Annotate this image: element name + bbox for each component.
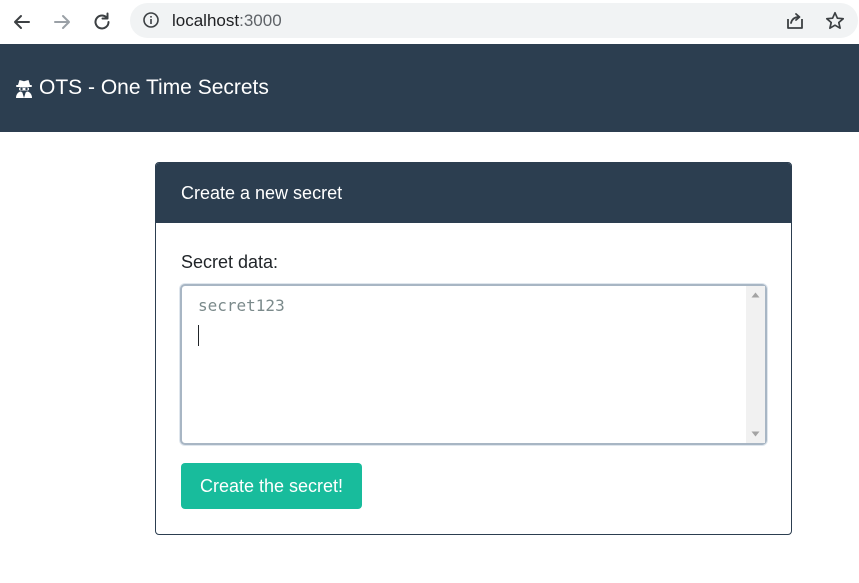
secret-textarea-value: secret123 [198,296,285,315]
app-navbar: OTS - One Time Secrets [0,44,859,132]
browser-toolbar: localhost:3000 [0,0,859,44]
brand-link[interactable]: OTS - One Time Secrets [13,74,269,102]
secret-data-label: Secret data: [181,252,279,272]
arrow-right-icon [54,15,70,29]
star-icon[interactable] [824,10,846,32]
reload-button[interactable] [88,8,116,36]
address-bar[interactable]: localhost:3000 [130,3,858,38]
url-port: :3000 [239,11,282,30]
url-host: localhost [172,11,240,30]
info-circle-icon[interactable] [142,11,160,29]
secret-textarea[interactable]: secret123 [180,284,767,445]
url-text[interactable]: localhost:3000 [172,11,282,30]
scroll-up-arrow-icon[interactable] [750,291,761,299]
scroll-down-arrow-icon[interactable] [750,430,761,438]
reload-icon [94,12,110,30]
textarea-scrollbar[interactable] [746,286,765,443]
arrow-left-icon [14,15,30,29]
create-secret-card: Create a new secret Secret data: secret1… [155,162,792,535]
brand-title: OTS - One Time Secrets [39,76,269,99]
user-secret-icon [16,80,32,98]
create-secret-button[interactable]: Create the secret! [181,463,362,509]
card-header: Create a new secret [156,163,791,223]
back-button[interactable] [8,8,36,36]
forward-button[interactable] [48,8,76,36]
share-icon[interactable] [784,10,806,32]
text-caret [198,325,199,346]
